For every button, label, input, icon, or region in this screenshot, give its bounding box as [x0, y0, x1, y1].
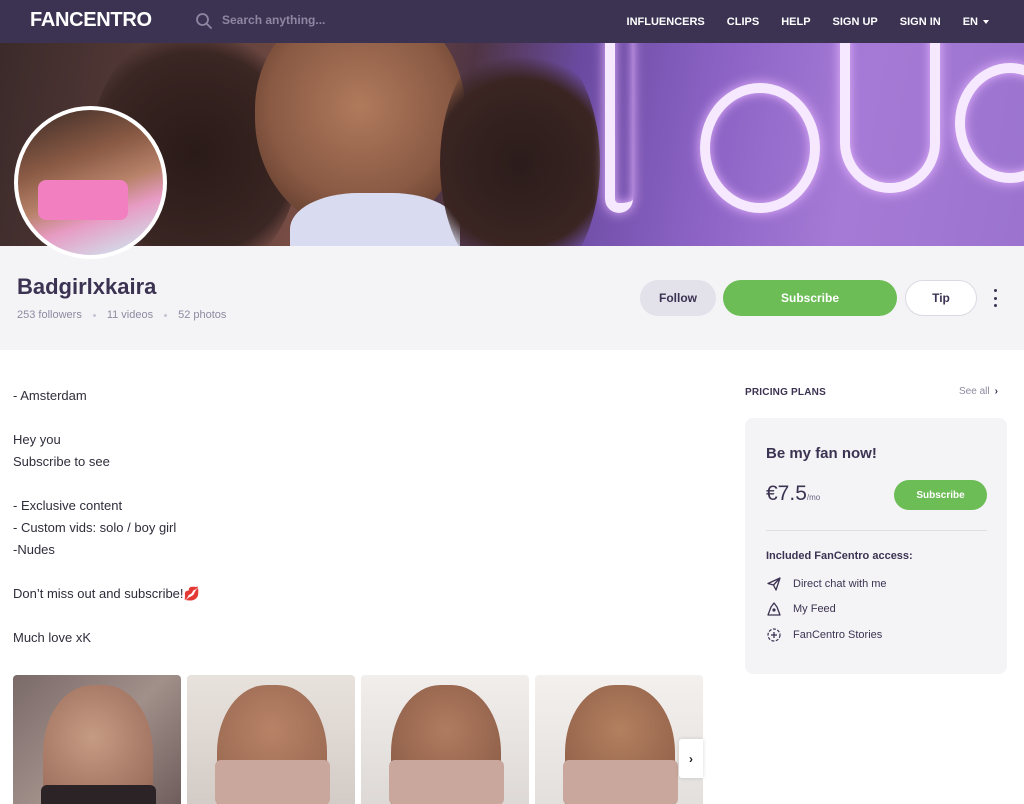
search-input[interactable] [222, 9, 482, 31]
chevron-right-icon: › [994, 386, 998, 397]
language-selector[interactable]: EN [963, 16, 989, 28]
bio-line: - Custom vids: solo / boy girl [13, 520, 177, 535]
divider [766, 530, 987, 531]
nav-link-clips[interactable]: CLIPS [727, 16, 759, 28]
subscribe-button[interactable]: Subscribe [723, 280, 897, 316]
bio-line: Hey you [13, 432, 61, 447]
nav-links: INFLUENCERS CLIPS HELP SIGN UP SIGN IN E… [605, 0, 989, 43]
gallery-photo[interactable] [187, 675, 355, 804]
bio-line: - Exclusive content [13, 498, 123, 513]
bio-line: Subscribe to see [13, 454, 110, 469]
tip-button[interactable]: Tip [905, 280, 977, 316]
fancentro-logo[interactable]: FANCENTRO [30, 9, 152, 32]
photo-gallery [13, 675, 703, 804]
top-nav: FANCENTRO INFLUENCERS CLIPS HELP SIGN UP… [0, 0, 1024, 43]
feature-stories: FanCentro Stories [766, 627, 882, 643]
bio-line: Don’t miss out and subscribe!💋 [13, 586, 200, 601]
avatar [14, 106, 167, 259]
profile-header: Badgirlxkaira 253 followers 11 videos 52… [0, 246, 1024, 350]
nav-link-sign-in[interactable]: SIGN IN [900, 16, 941, 28]
followers-count: 253 followers [17, 309, 82, 321]
feature-direct-chat: Direct chat with me [766, 576, 887, 592]
more-options-icon[interactable] [988, 289, 1002, 307]
pricing-plans-title: PRICING PLANS [745, 387, 826, 398]
nav-link-sign-up[interactable]: SIGN UP [833, 16, 878, 28]
language-label: EN [962, 15, 978, 28]
price-amount: €7.5 [766, 482, 807, 505]
plan-subscribe-button[interactable]: Subscribe [894, 480, 987, 510]
pricing-plan-card: Be my fan now! €7.5/mo Subscribe Include… [745, 418, 1007, 674]
paper-plane-icon [766, 576, 782, 592]
profile-bio: - Amsterdam Hey you Subscribe to see - E… [13, 385, 613, 649]
separator-dot [92, 313, 96, 317]
stories-plus-icon [766, 627, 782, 643]
follow-button[interactable]: Follow [640, 280, 716, 316]
profile-stats: 253 followers 11 videos 52 photos [17, 309, 226, 321]
see-all-link[interactable]: See all › [959, 386, 998, 397]
feed-icon [766, 601, 782, 617]
gallery-next-button[interactable]: › [679, 739, 703, 778]
gallery-photo[interactable] [535, 675, 703, 804]
see-all-label: See all [959, 386, 990, 397]
gallery-photo[interactable] [361, 675, 529, 804]
separator-dot [164, 313, 168, 317]
nav-link-help[interactable]: HELP [781, 16, 810, 28]
bio-line: Much love xK [13, 630, 92, 645]
included-access-title: Included FanCentro access: [766, 550, 913, 562]
videos-count: 11 videos [106, 309, 154, 321]
bio-line: -Nudes [13, 542, 55, 557]
photos-count: 52 photos [178, 309, 227, 321]
chevron-down-icon [983, 19, 989, 24]
feature-label: FanCentro Stories [793, 629, 883, 641]
chevron-right-icon: › [689, 751, 693, 766]
username: Badgirlxkaira [17, 274, 157, 299]
bio-line [13, 473, 613, 495]
feature-my-feed: My Feed [766, 601, 836, 617]
feature-label: My Feed [793, 603, 836, 615]
feature-label: Direct chat with me [793, 578, 887, 590]
bio-line [13, 407, 613, 429]
plan-price: €7.5/mo [766, 482, 820, 506]
gallery-photo[interactable] [13, 675, 181, 804]
bio-line [13, 561, 613, 583]
nav-link-influencers[interactable]: INFLUENCERS [627, 16, 705, 28]
bio-line: - Amsterdam [13, 388, 87, 403]
search-icon[interactable] [195, 12, 213, 30]
price-period: /mo [806, 493, 821, 502]
plan-heading: Be my fan now! [766, 445, 877, 462]
bio-line [13, 605, 613, 627]
